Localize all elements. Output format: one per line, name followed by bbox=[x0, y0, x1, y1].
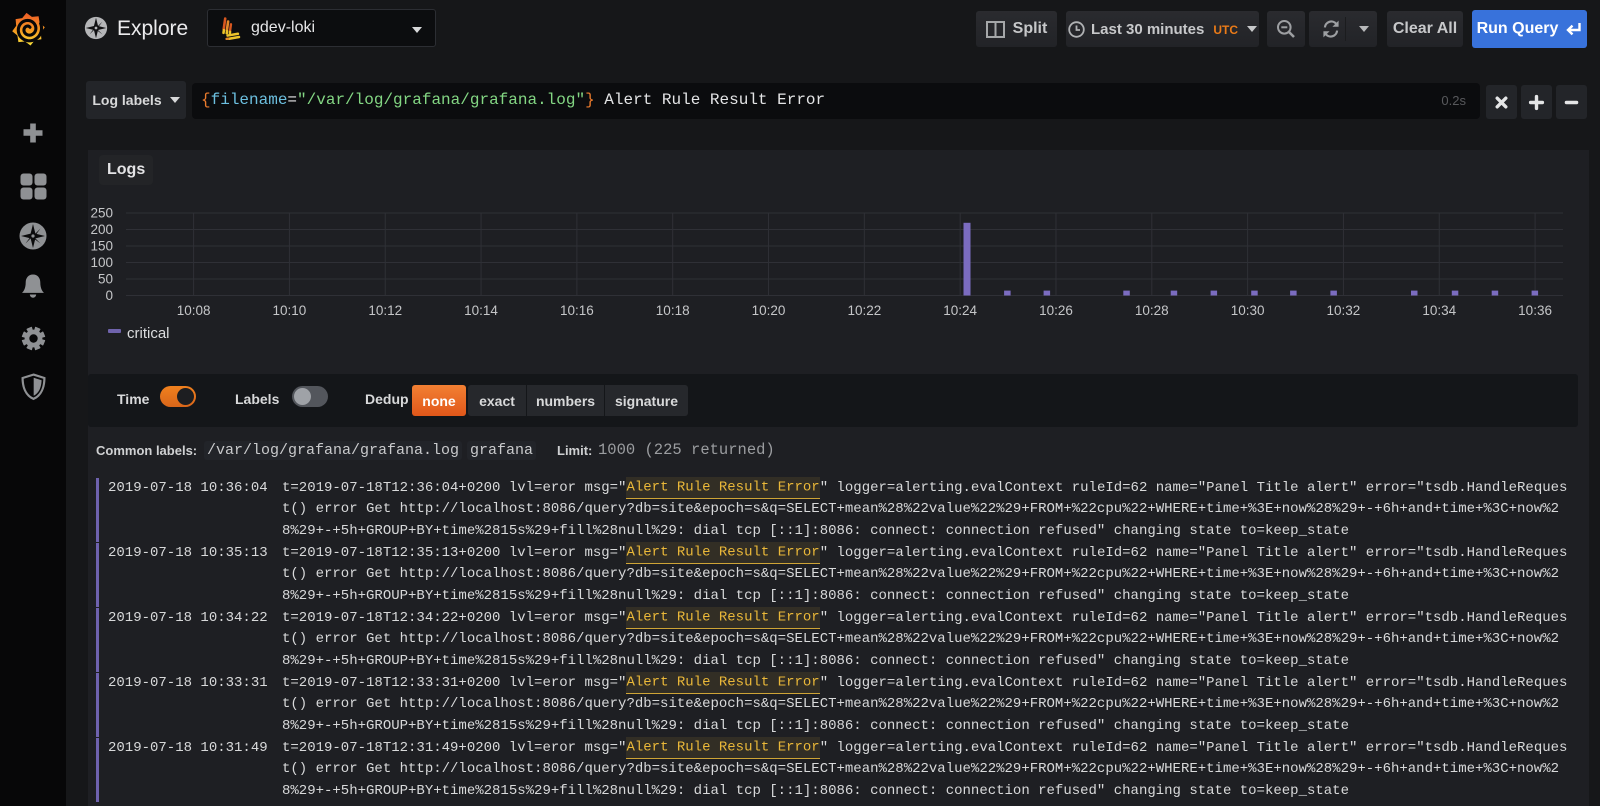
svg-text:10:30: 10:30 bbox=[1231, 303, 1265, 318]
svg-text:10:08: 10:08 bbox=[177, 303, 211, 318]
svg-text:10:12: 10:12 bbox=[368, 303, 402, 318]
svg-text:10:14: 10:14 bbox=[464, 303, 498, 318]
svg-text:10:20: 10:20 bbox=[752, 303, 786, 318]
svg-text:10:10: 10:10 bbox=[273, 303, 307, 318]
svg-text:10:28: 10:28 bbox=[1135, 303, 1169, 318]
svg-text:150: 150 bbox=[90, 239, 113, 254]
svg-text:10:32: 10:32 bbox=[1327, 303, 1361, 318]
svg-text:10:24: 10:24 bbox=[943, 303, 977, 318]
svg-text:10:16: 10:16 bbox=[560, 303, 594, 318]
svg-text:200: 200 bbox=[90, 222, 113, 237]
svg-text:10:18: 10:18 bbox=[656, 303, 690, 318]
svg-text:10:26: 10:26 bbox=[1039, 303, 1073, 318]
svg-text:10:34: 10:34 bbox=[1422, 303, 1456, 318]
svg-text:100: 100 bbox=[90, 255, 113, 270]
svg-text:10:36: 10:36 bbox=[1518, 303, 1552, 318]
svg-text:0: 0 bbox=[105, 288, 113, 303]
svg-text:250: 250 bbox=[90, 206, 113, 221]
svg-text:10:22: 10:22 bbox=[847, 303, 881, 318]
svg-text:50: 50 bbox=[98, 272, 113, 287]
